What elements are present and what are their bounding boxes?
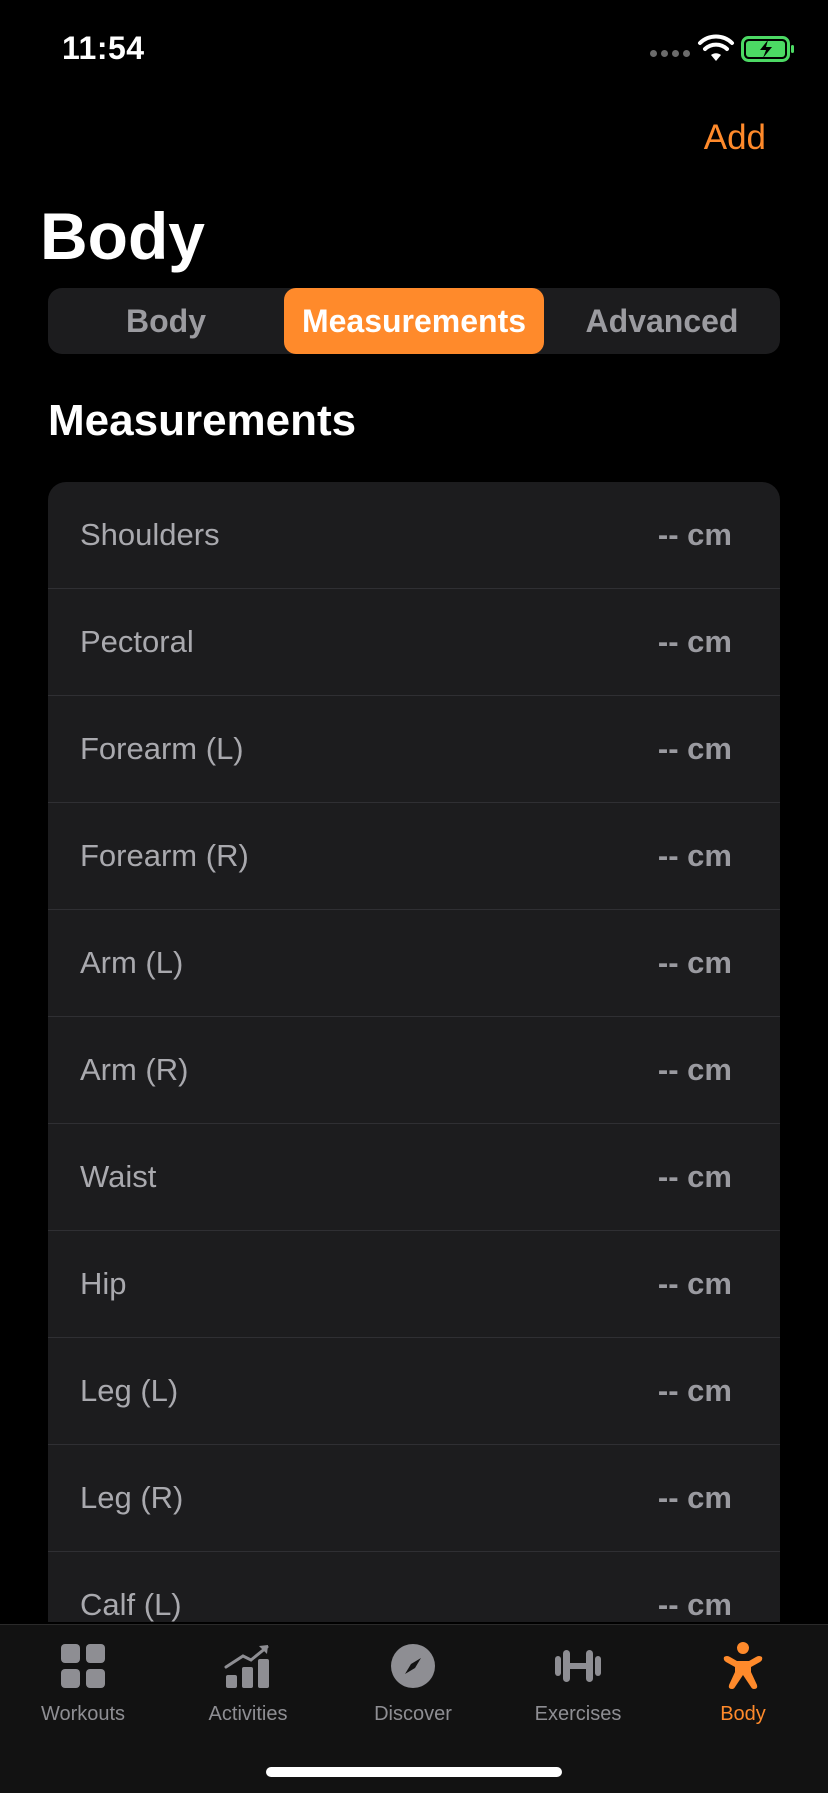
section-title: Measurements xyxy=(48,396,357,445)
tab-label: Workouts xyxy=(40,1703,126,1725)
measurement-value: -- cm xyxy=(657,1052,732,1087)
tab-activities[interactable]: Activities xyxy=(173,1641,323,1751)
measurement-row-shoulders[interactable]: Shoulders -- cm xyxy=(48,482,780,589)
measurement-row-leg-left[interactable]: Leg (L) -- cm xyxy=(48,1338,780,1445)
measurement-row-forearm-right[interactable]: Forearm (R) -- cm xyxy=(48,803,780,910)
measurement-row-leg-right[interactable]: Leg (R) -- cm xyxy=(48,1445,780,1552)
tab-exercises[interactable]: Exercises xyxy=(503,1641,653,1751)
dumbbell-icon xyxy=(555,1650,601,1682)
measurement-row-arm-right[interactable]: Arm (R) -- cm xyxy=(48,1017,780,1124)
measurement-label: Arm (L) xyxy=(80,945,184,980)
measurement-label: Pectoral xyxy=(80,624,194,659)
measurement-label: Calf (L) xyxy=(80,1587,182,1622)
measurement-value: -- cm xyxy=(657,1587,732,1622)
measurement-value: -- cm xyxy=(657,945,732,980)
measurement-value: -- cm xyxy=(657,1480,732,1515)
measurement-row-calf-left[interactable]: Calf (L) -- cm xyxy=(48,1552,780,1622)
wifi-icon xyxy=(698,34,734,61)
measurement-label: Hip xyxy=(80,1266,127,1301)
status-bar: 11:54 xyxy=(0,0,828,100)
measurement-value: -- cm xyxy=(657,838,732,873)
home-indicator xyxy=(266,1767,562,1777)
tab-workouts[interactable]: Workouts xyxy=(8,1641,158,1751)
grid-icon xyxy=(61,1644,105,1688)
measurement-label: Forearm (L) xyxy=(80,731,244,766)
measurement-label: Waist xyxy=(80,1159,157,1194)
measurement-row-forearm-left[interactable]: Forearm (L) -- cm xyxy=(48,696,780,803)
segment-measurements[interactable]: Measurements xyxy=(284,288,544,354)
tab-bar: Workouts Activities Discover Exercises B… xyxy=(0,1624,828,1793)
measurement-value: -- cm xyxy=(657,517,732,552)
measurement-label: Leg (L) xyxy=(80,1373,179,1408)
trend-chart-icon xyxy=(224,1645,269,1688)
compass-icon xyxy=(391,1644,435,1688)
tab-label: Activities xyxy=(208,1703,288,1725)
tab-discover[interactable]: Discover xyxy=(338,1641,488,1751)
tab-body[interactable]: Body xyxy=(668,1641,818,1751)
person-icon xyxy=(723,1642,763,1689)
tab-label: Body xyxy=(720,1703,766,1725)
measurement-value: -- cm xyxy=(657,1373,732,1408)
measurement-value: -- cm xyxy=(657,731,732,766)
battery-charging-icon xyxy=(741,36,794,62)
add-button[interactable]: Add xyxy=(704,118,766,158)
measurement-value: -- cm xyxy=(657,624,732,659)
measurement-label: Leg (R) xyxy=(80,1480,184,1515)
measurements-list: Shoulders -- cm Pectoral -- cm Forearm (… xyxy=(48,482,780,1622)
measurement-row-pectoral[interactable]: Pectoral -- cm xyxy=(48,589,780,696)
status-time: 11:54 xyxy=(62,30,145,66)
measurement-label: Forearm (R) xyxy=(80,838,249,873)
measurement-row-hip[interactable]: Hip -- cm xyxy=(48,1231,780,1338)
measurement-value: -- cm xyxy=(657,1159,732,1194)
measurement-row-arm-left[interactable]: Arm (L) -- cm xyxy=(48,910,780,1017)
tab-label: Exercises xyxy=(534,1703,622,1725)
measurement-label: Shoulders xyxy=(80,517,220,552)
segment-advanced[interactable]: Advanced xyxy=(544,288,780,354)
segment-body[interactable]: Body xyxy=(48,288,284,354)
measurement-value: -- cm xyxy=(657,1266,732,1301)
cellular-signal-icon xyxy=(650,50,690,57)
measurement-label: Arm (R) xyxy=(80,1052,189,1087)
tab-label: Discover xyxy=(374,1703,452,1725)
segmented-control: Body Measurements Advanced xyxy=(48,288,780,354)
measurement-row-waist[interactable]: Waist -- cm xyxy=(48,1124,780,1231)
page-title: Body xyxy=(40,199,205,273)
